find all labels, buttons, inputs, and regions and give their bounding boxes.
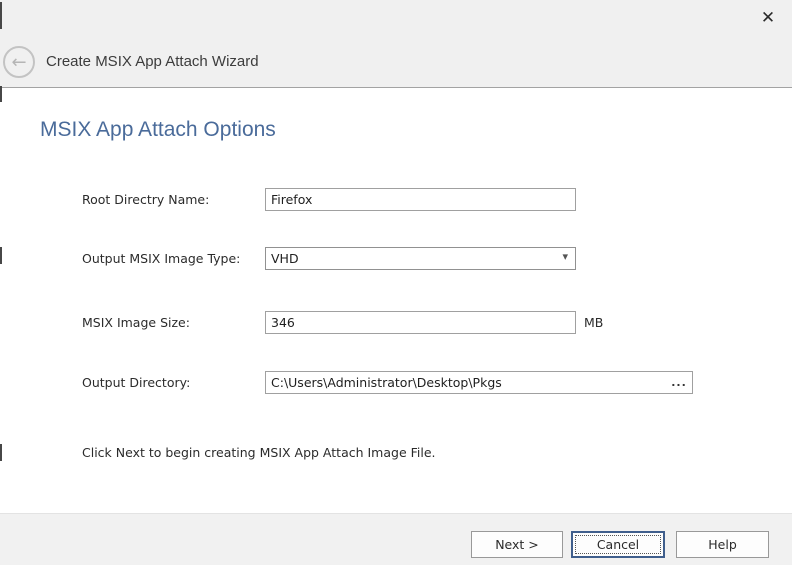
wizard-window: ← Create MSIX App Attach Wizard ✕ MSIX A…: [0, 0, 792, 565]
image-size-label: MSIX Image Size:: [82, 315, 190, 330]
output-image-type-label: Output MSIX Image Type:: [82, 251, 240, 266]
output-image-type-value: VHD: [271, 251, 299, 266]
image-size-unit-label: MB: [584, 315, 603, 330]
close-icon: ✕: [761, 8, 775, 28]
wizard-header: ← Create MSIX App Attach Wizard ✕: [0, 0, 792, 88]
output-directory-label: Output Directory:: [82, 375, 190, 390]
window-edge-artifact: [0, 444, 2, 461]
window-edge-artifact: [0, 2, 2, 29]
browse-button[interactable]: ...: [667, 373, 691, 392]
next-button[interactable]: Next >: [471, 531, 563, 558]
output-image-type-select[interactable]: VHD ▾: [265, 247, 576, 270]
window-edge-artifact: [0, 247, 2, 264]
window-edge-artifact: [0, 86, 2, 102]
wizard-title: Create MSIX App Attach Wizard: [46, 53, 259, 70]
root-directory-name-label: Root Directry Name:: [82, 192, 209, 207]
next-instruction-text: Click Next to begin creating MSIX App At…: [82, 445, 436, 460]
ellipsis-icon: ...: [671, 376, 687, 389]
image-size-input[interactable]: [265, 311, 576, 334]
chevron-down-icon: ▾: [562, 250, 568, 263]
cancel-button[interactable]: Cancel: [571, 531, 665, 558]
output-directory-input[interactable]: [265, 371, 693, 394]
root-directory-name-input[interactable]: [265, 188, 576, 211]
back-button[interactable]: ←: [3, 46, 35, 78]
back-arrow-icon: ←: [11, 52, 26, 73]
page-title: MSIX App Attach Options: [40, 118, 276, 142]
help-button[interactable]: Help: [676, 531, 769, 558]
close-button[interactable]: ✕: [756, 6, 780, 30]
wizard-footer: Next > Cancel Help: [0, 513, 792, 565]
